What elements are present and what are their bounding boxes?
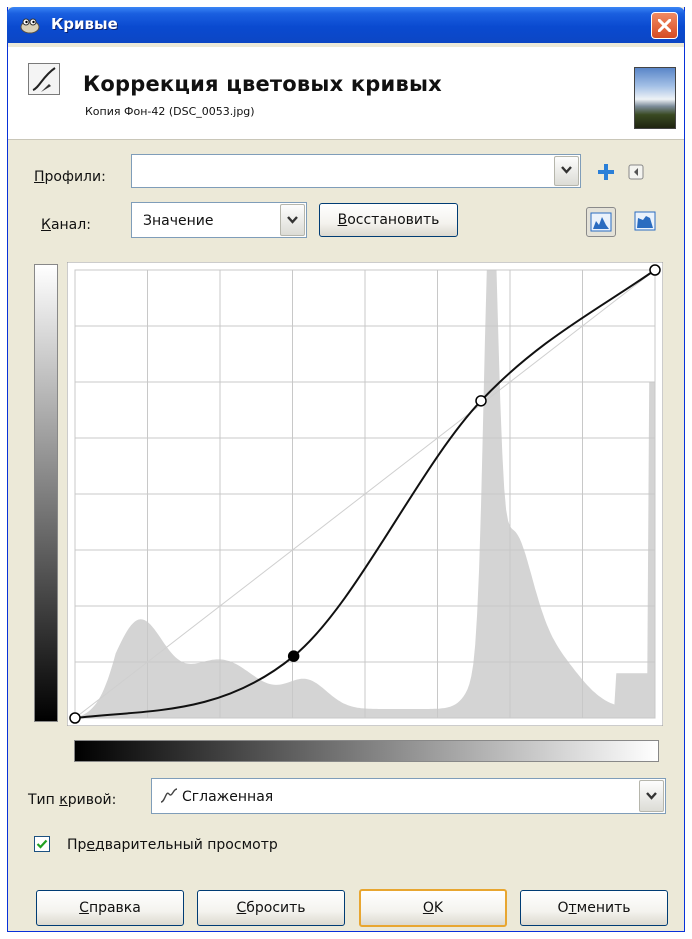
curve-type-label: Тип кривой: xyxy=(28,792,117,808)
dialog-header: Коррекция цветовых кривых Копия Фон-42 (… xyxy=(8,47,684,140)
channel-value: Значение xyxy=(143,213,214,229)
presets-combo[interactable] xyxy=(131,154,581,188)
presets-label: Профили: xyxy=(34,169,106,185)
preview-label[interactable]: Предварительный просмотр xyxy=(67,837,278,853)
input-gradient-bar xyxy=(74,740,659,762)
checkmark-icon xyxy=(36,839,48,849)
curve-type-combo[interactable]: Сглаженная xyxy=(151,778,666,814)
control-point[interactable] xyxy=(475,395,487,407)
reset-channel-button[interactable]: Восстановить xyxy=(319,203,458,237)
preview-checkbox[interactable] xyxy=(34,836,50,852)
curves-dialog: Кривые Коррекция цветовых кривых Копия Ф… xyxy=(7,7,685,932)
curve-editor[interactable] xyxy=(67,262,663,726)
window-title: Кривые xyxy=(51,15,118,33)
dialog-title: Коррекция цветовых кривых xyxy=(83,72,442,96)
add-preset-icon[interactable] xyxy=(596,162,616,182)
close-icon xyxy=(658,19,671,32)
cancel-button[interactable]: Отменить xyxy=(520,890,668,926)
gimp-wilber-icon xyxy=(20,18,40,34)
channel-dropdown-button[interactable] xyxy=(280,204,305,236)
linear-histogram-button[interactable] xyxy=(586,207,616,237)
image-thumbnail xyxy=(634,67,676,129)
channel-combo[interactable]: Значение xyxy=(131,202,307,238)
selected-control-point[interactable] xyxy=(287,650,300,662)
curve-type-value: Сглаженная xyxy=(182,789,274,805)
image-name: Копия Фон-42 (DSC_0053.jpg) xyxy=(85,105,255,118)
output-gradient-bar xyxy=(34,264,58,722)
chevron-down-icon xyxy=(287,216,298,224)
channel-label: Канал: xyxy=(41,217,91,233)
curves-tool-icon xyxy=(28,63,60,95)
chevron-down-icon xyxy=(646,792,657,800)
presets-dropdown-button[interactable] xyxy=(554,156,579,186)
help-button[interactable]: Справка xyxy=(36,890,184,926)
linear-histogram-icon xyxy=(590,212,612,232)
ok-button[interactable]: ОK xyxy=(359,889,507,927)
control-point[interactable] xyxy=(649,264,661,276)
log-histogram-icon[interactable] xyxy=(634,210,656,232)
reset-button[interactable]: Сбросить xyxy=(197,890,345,926)
control-point[interactable] xyxy=(69,712,81,724)
smooth-curve-icon xyxy=(160,788,178,803)
presets-menu-icon[interactable] xyxy=(628,164,644,180)
title-bar[interactable]: Кривые xyxy=(7,7,685,43)
curve-type-dropdown-button[interactable] xyxy=(639,780,664,812)
close-button[interactable] xyxy=(651,12,678,39)
chevron-down-icon xyxy=(561,166,572,174)
